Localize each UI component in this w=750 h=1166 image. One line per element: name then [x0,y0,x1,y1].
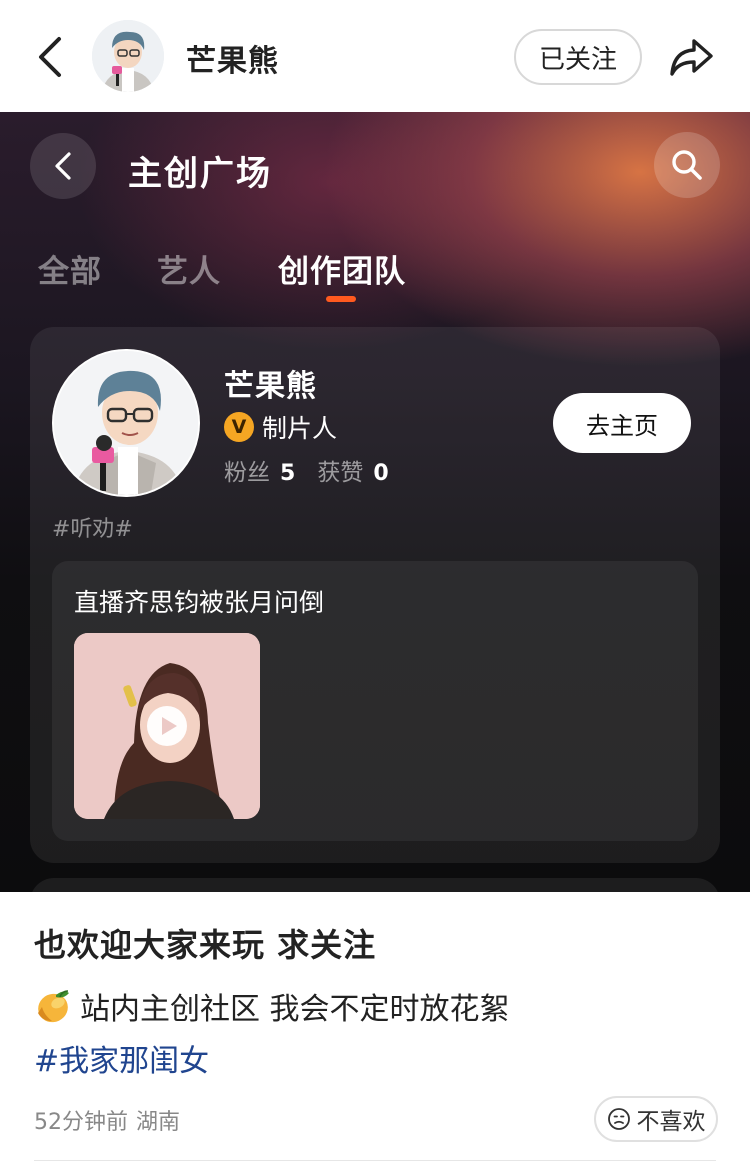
divider [34,1160,716,1161]
post-location: 湖南 [136,1110,181,1135]
post-body-text: 站内主创社区 我会不定时放花絮 [80,992,510,1027]
fans-label: 粉丝 [224,460,270,486]
play-icon [147,706,187,746]
cartoon-avatar-icon [54,351,198,495]
verified-badge-icon: V [224,412,254,442]
tab-all: 全部 [38,254,102,290]
mango-emoji-icon [38,990,69,1023]
creator-tag: #听劝# [52,517,133,542]
chevron-left-icon [39,37,61,77]
tab-artists: 艺人 [157,254,221,290]
tab-creative-team: 创作团队 [278,254,406,290]
cartoon-avatar-icon [92,20,164,92]
creator-post: 直播齐思钧被张月问倒 [52,561,698,841]
post-body-line: 站内主创社区 我会不定时放花絮 [34,984,510,1028]
creator-stats: 粉丝 5 获赞 0 [224,453,411,487]
share-button[interactable] [664,32,718,82]
avatar[interactable] [92,20,164,92]
likes-label: 获赞 [317,460,364,486]
post-meta: 52分钟前 湖南 [34,1104,180,1136]
post-title: 直播齐思钧被张月问倒 [74,588,325,617]
go-homepage-button: 去主页 [553,393,691,453]
panel-tabs: 全部 艺人 创作团队 [0,242,750,302]
video-thumbnail [74,633,260,819]
creator-name: 芒果熊 [224,369,317,404]
search-icon [672,150,702,180]
frown-face-icon [607,1108,630,1130]
dislike-button[interactable]: 不喜欢 [594,1096,718,1142]
dislike-label: 不喜欢 [636,1109,706,1135]
chevron-left-icon [55,152,71,180]
next-creator-card [30,878,720,892]
creator-role: V 制片人 [224,411,337,443]
follow-button[interactable]: 已关注 [514,29,642,85]
top-bar: 芒果熊 已关注 [0,0,750,112]
panel-title: 主创广场 [128,154,272,194]
active-tab-indicator [326,296,356,302]
hashtag-link[interactable]: #我家那闺女 [34,1036,209,1080]
back-button[interactable] [28,30,72,84]
fans-count: 5 [280,461,296,486]
panel-search-button [654,132,720,198]
creator-avatar [52,349,200,497]
post-time: 52分钟前 [34,1110,128,1135]
author-name[interactable]: 芒果熊 [186,36,279,80]
likes-count: 0 [373,461,389,486]
post-headline: 也欢迎大家来玩 求关注 [34,926,377,964]
role-label: 制片人 [262,414,338,443]
creator-card: 芒果熊 V 制片人 粉丝 5 获赞 0 去主页 #听劝# 直播齐思钧被张月问倒 [30,327,720,863]
panel-back-button [30,133,96,199]
embedded-screenshot[interactable]: 主创广场 全部 艺人 创作团队 芒果熊 V 制片人 粉丝 5 获赞 0 去主页 … [0,112,750,892]
share-arrow-icon [670,39,713,76]
